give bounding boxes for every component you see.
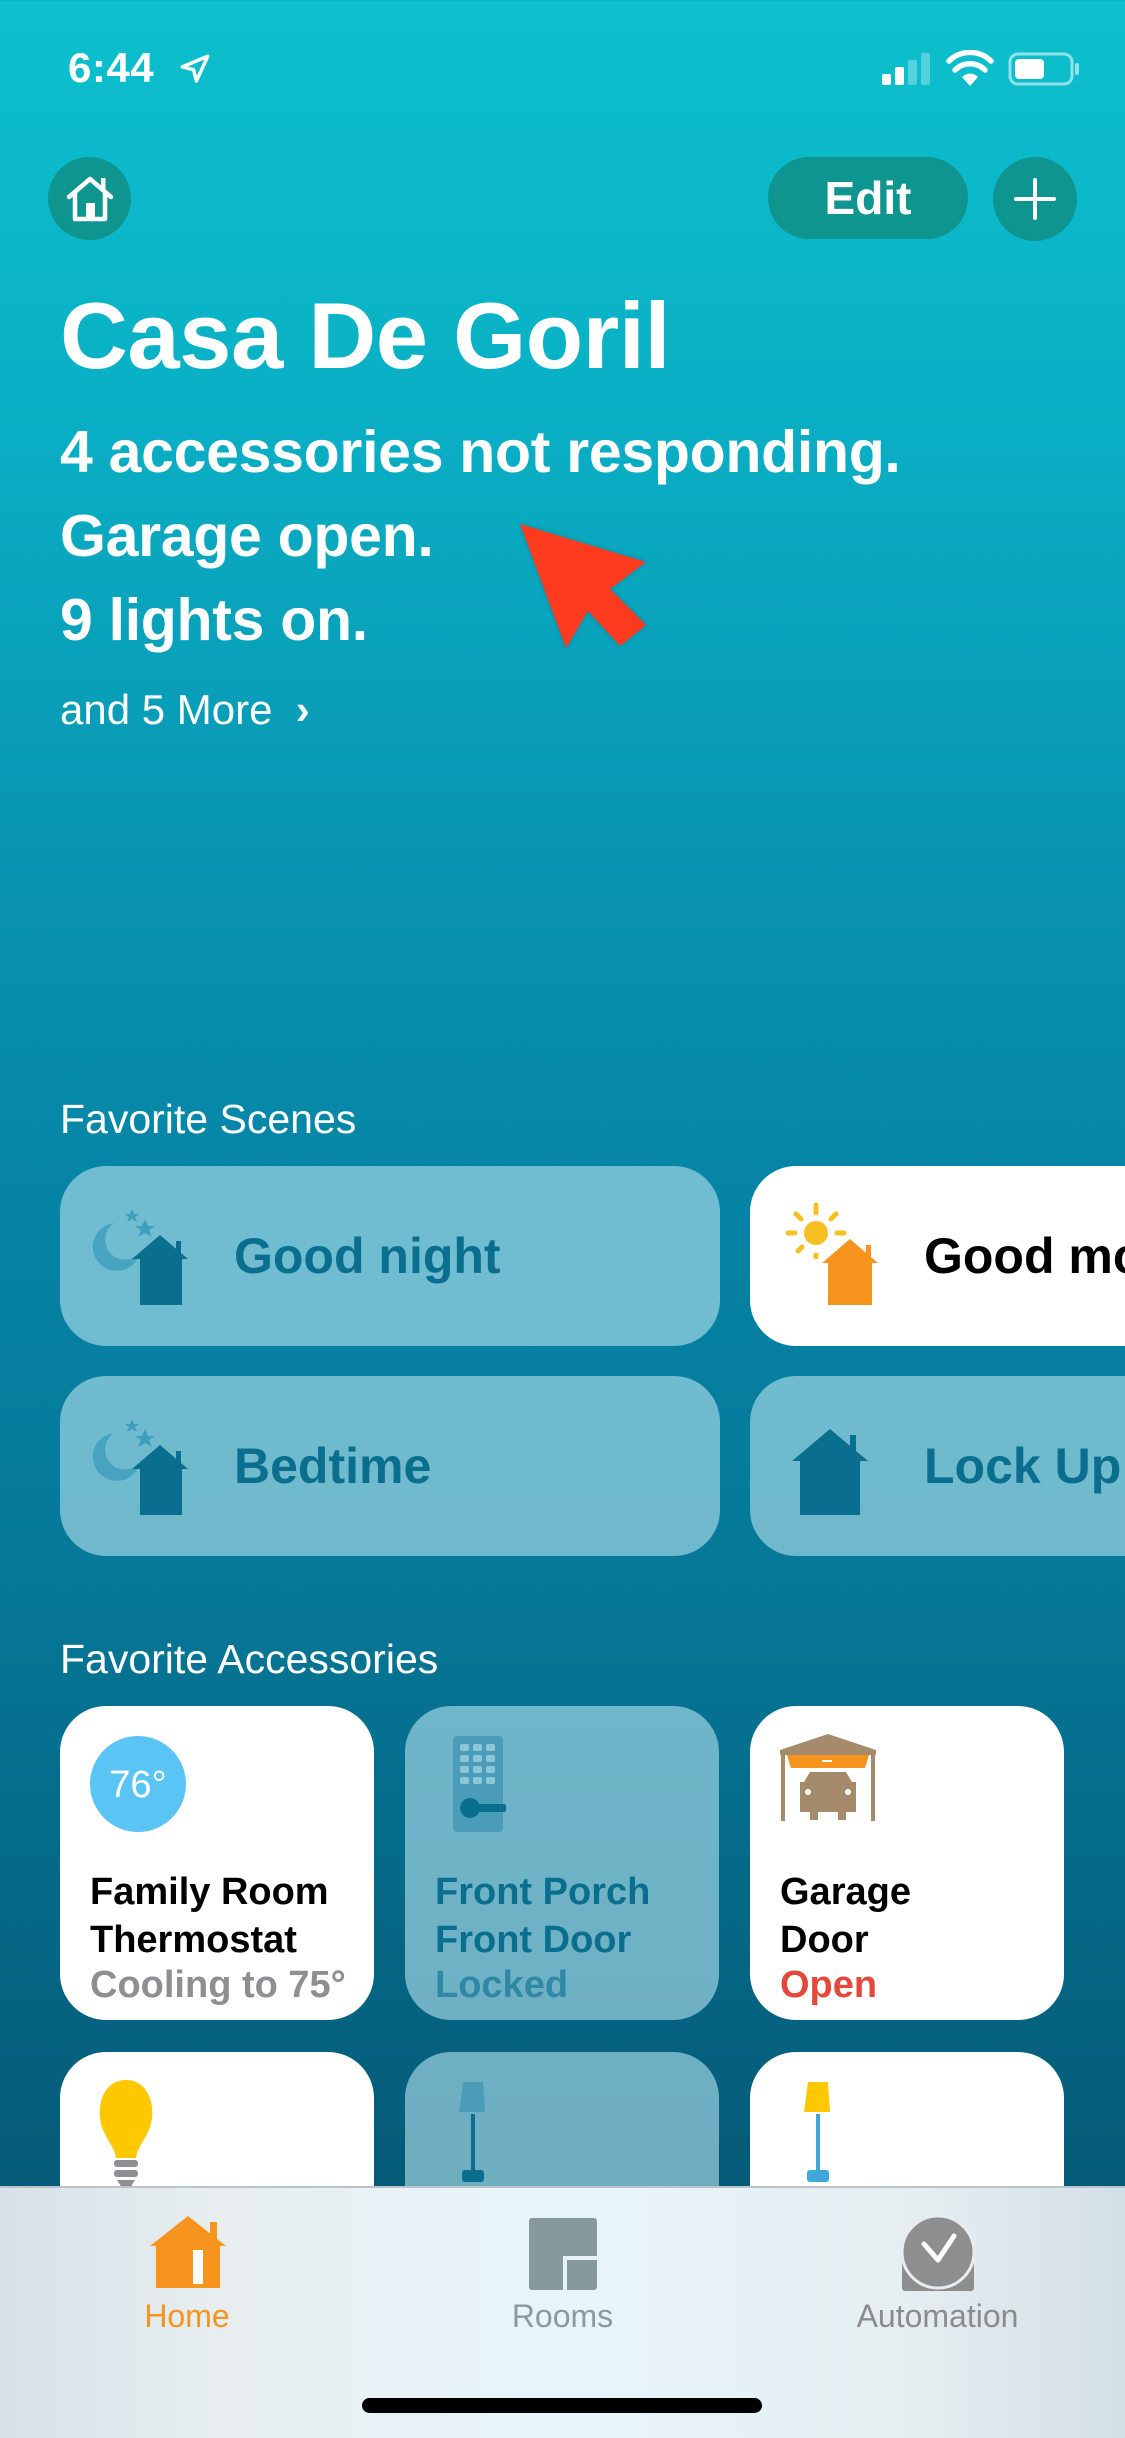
battery-icon	[1008, 52, 1079, 86]
tab-rooms[interactable]: Rooms	[375, 2188, 750, 2358]
scene-tile-lock-up[interactable]: Lock Up	[750, 1376, 1125, 1556]
accessory-name: Front Porch Front Door	[435, 1868, 650, 1964]
chevron-right-icon: ›	[284, 686, 310, 733]
scene-label: Lock Up	[924, 1438, 1122, 1494]
scene-tile-bedtime[interactable]: Bedtime	[60, 1376, 720, 1556]
plus-icon	[1014, 178, 1056, 220]
favorite-accessories-title: Favorite Accessories	[60, 1636, 439, 1682]
tab-label: Home	[144, 2298, 230, 2334]
scene-tile-good-night[interactable]: Good night	[60, 1166, 720, 1346]
svg-text:76°: 76°	[109, 1764, 166, 1806]
floor-lamp-icon	[459, 2082, 485, 2182]
accessory-name-line: Door	[780, 1919, 869, 1961]
scene-label: Good morning	[924, 1228, 1125, 1284]
home-title: Casa De Goril	[60, 283, 670, 388]
add-button[interactable]	[993, 157, 1077, 241]
house-icon	[792, 1429, 868, 1515]
accessory-name-line: Family Room	[90, 1871, 329, 1913]
thermostat-icon: 76°	[90, 1736, 186, 1832]
annotation-arrow-icon	[520, 524, 646, 648]
cellular-signal-icon	[882, 53, 930, 85]
automation-clock-icon	[900, 2216, 975, 2291]
status-summary-line[interactable]: 4 accessories not responding.	[60, 418, 901, 486]
tab-automation[interactable]: Automation	[750, 2188, 1125, 2358]
home-settings-button[interactable]	[48, 157, 131, 240]
tab-label: Rooms	[511, 2298, 614, 2334]
more-status-link[interactable]: and 5 More ›	[60, 686, 310, 734]
status-summary-line[interactable]: Garage open.	[60, 502, 434, 570]
accessory-tile-garage-door[interactable]: Garage Door Open	[750, 1706, 1064, 2020]
rooms-icon	[528, 2218, 597, 2290]
scene-tile-good-morning[interactable]: Good morning	[750, 1166, 1125, 1346]
moon-stars-house-icon	[92, 1419, 188, 1515]
accessory-name-line: Garage	[780, 1871, 911, 1913]
home-indicator[interactable]	[362, 2398, 762, 2413]
tab-label: Automation	[856, 2298, 1019, 2334]
more-status-label: and 5 More	[60, 686, 273, 733]
accessory-tile-thermostat[interactable]: 76° Family Room Thermostat Cooling to 75…	[60, 1706, 374, 2020]
scene-label: Bedtime	[234, 1438, 432, 1494]
accessory-tile-front-door-lock[interactable]: Front Porch Front Door Locked	[405, 1706, 719, 2020]
favorite-scenes-title: Favorite Scenes	[60, 1096, 357, 1142]
tab-home[interactable]: Home	[0, 2188, 374, 2358]
location-arrow-icon	[180, 54, 210, 83]
house-icon	[66, 176, 113, 221]
door-lock-icon	[453, 1736, 506, 1832]
accessory-name-line: Front Door	[435, 1919, 632, 1961]
accessory-name: Garage Door	[780, 1868, 911, 1964]
accessory-name: Family Room Thermostat	[90, 1868, 329, 1964]
accessory-state: Locked	[435, 1964, 569, 2006]
floor-lamp-icon	[804, 2082, 830, 2182]
lightbulb-icon	[99, 2080, 153, 2188]
sun-house-icon	[785, 1202, 878, 1305]
accessory-name-line: Thermostat	[90, 1919, 297, 1961]
status-summary-line[interactable]: 9 lights on.	[60, 586, 368, 654]
accessory-state: Open	[780, 1964, 878, 2006]
moon-stars-house-icon	[92, 1209, 188, 1305]
scene-label: Good night	[234, 1228, 501, 1284]
garage-door-icon	[780, 1734, 876, 1821]
house-icon	[150, 2216, 226, 2288]
wifi-icon	[946, 50, 994, 86]
edit-button[interactable]: Edit	[768, 157, 968, 239]
accessory-state: Cooling to 75°	[90, 1964, 346, 2006]
accessory-name-line: Front Porch	[435, 1871, 651, 1913]
status-time: 6:44	[68, 44, 155, 91]
